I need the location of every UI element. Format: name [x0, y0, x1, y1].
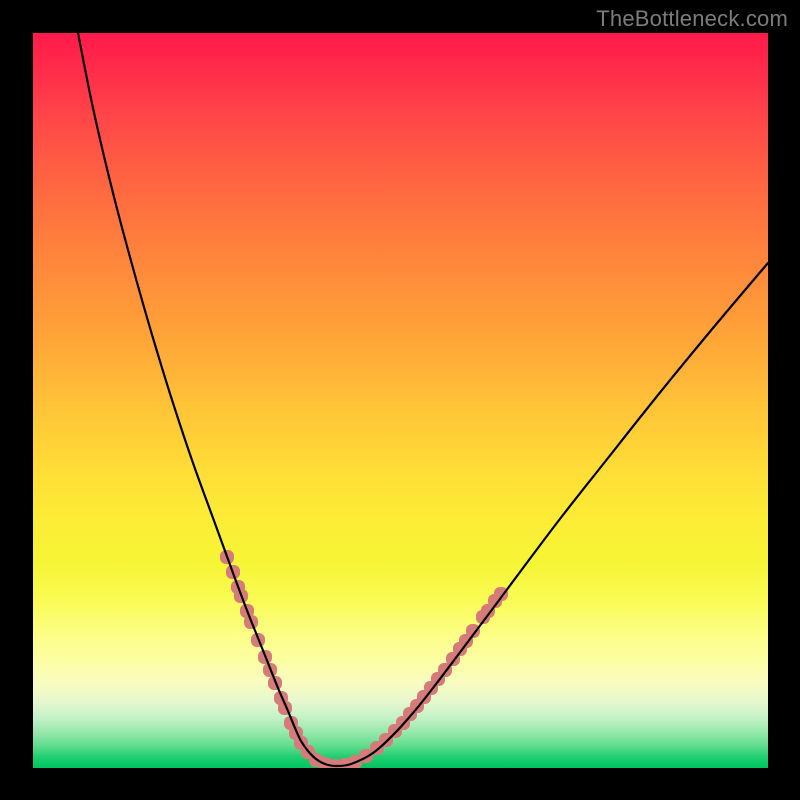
plot-area	[33, 33, 768, 768]
marker-group	[220, 550, 508, 768]
bottleneck-curve-svg	[33, 33, 768, 768]
bottleneck-curve-line	[78, 33, 768, 766]
chart-frame: TheBottleneck.com	[0, 0, 800, 800]
watermark-text: TheBottleneck.com	[596, 6, 788, 32]
